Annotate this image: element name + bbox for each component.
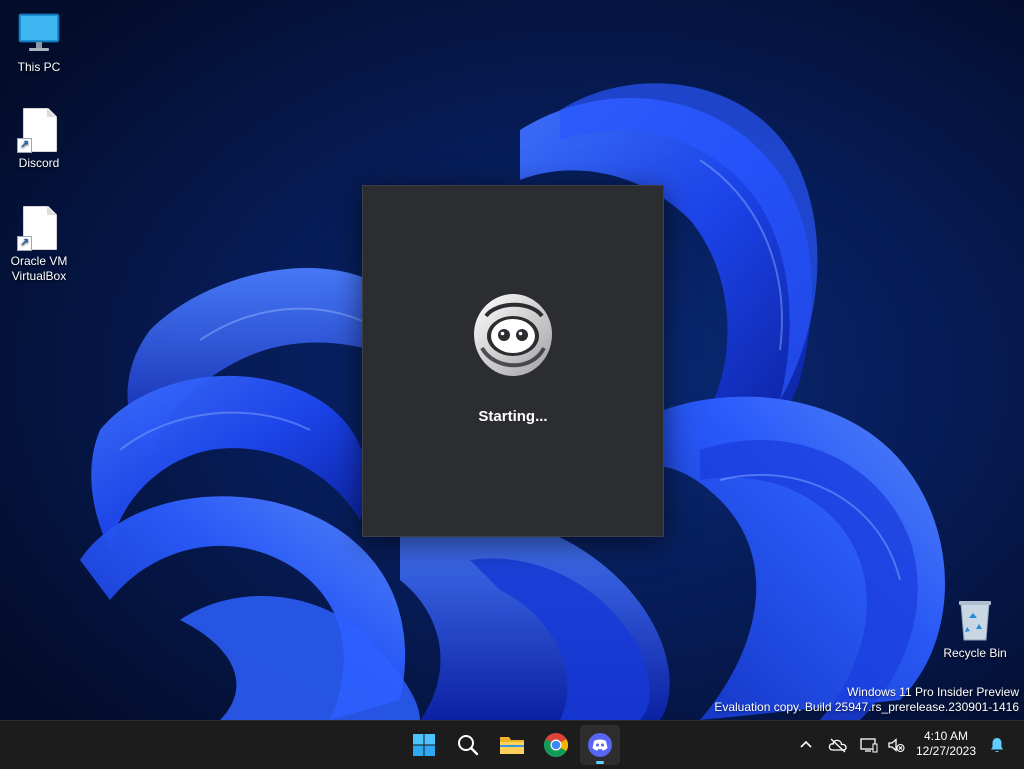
notification-bell-icon xyxy=(991,738,1003,752)
shortcut-arrow-icon: ↗ xyxy=(17,138,32,153)
watermark-edition: Windows 11 Pro Insider Preview xyxy=(847,685,1019,699)
running-app-indicator xyxy=(596,761,604,764)
clock-time: 4:10 AM xyxy=(923,729,969,743)
discord-icon xyxy=(588,733,612,757)
tray-onedrive-button[interactable] xyxy=(825,729,851,761)
desktop-icon-discord[interactable]: ↗ Discord xyxy=(1,106,77,171)
windows-start-icon xyxy=(413,734,435,756)
chrome-icon xyxy=(543,733,569,758)
file-shortcut-icon: ↗ xyxy=(15,204,63,252)
taskbar-discord-button[interactable] xyxy=(580,725,620,765)
watermark-build: Evaluation copy. Build 25947.rs_prerelea… xyxy=(714,700,1019,714)
cloud-offline-icon xyxy=(828,738,847,753)
tray-overflow-button[interactable] xyxy=(793,729,819,761)
tray-network-button[interactable] xyxy=(856,729,882,761)
taskbar: 4:10 AM 12/27/2023 xyxy=(0,720,1024,769)
clock-date: 12/27/2023 xyxy=(915,744,977,758)
tray-volume-button[interactable] xyxy=(883,729,909,761)
taskbar-search-button[interactable] xyxy=(448,725,488,765)
discord-loading-icon xyxy=(468,286,558,386)
desktop-icon-label: This PC xyxy=(17,60,61,74)
desktop-icon-label: Discord xyxy=(18,156,60,170)
notification-center-button[interactable] xyxy=(984,729,1010,761)
volume-muted-icon xyxy=(888,738,905,753)
os-evaluation-watermark: Windows 11 Pro Insider Preview Evaluatio… xyxy=(714,685,1019,715)
file-shortcut-icon: ↗ xyxy=(15,106,63,154)
taskbar-start-button[interactable] xyxy=(404,725,444,765)
folder-icon xyxy=(500,737,524,754)
chevron-up-icon xyxy=(800,740,812,748)
desktop-icon-virtualbox[interactable]: ↗ Oracle VM VirtualBox xyxy=(1,204,77,284)
taskbar-chrome-button[interactable] xyxy=(536,725,576,765)
recycle-bin-icon xyxy=(951,596,999,644)
taskbar-clock[interactable]: 4:10 AM 12/27/2023 xyxy=(910,729,982,761)
desktop-icon-label: Recycle Bin xyxy=(943,646,1007,660)
network-icon xyxy=(860,738,878,753)
desktop-icon-recycle-bin[interactable]: Recycle Bin xyxy=(937,596,1013,661)
desktop-icon-label: Oracle VM VirtualBox xyxy=(10,254,68,283)
shortcut-arrow-icon: ↗ xyxy=(17,236,32,251)
discord-splash-window: Starting... xyxy=(362,185,664,537)
taskbar-file-explorer-button[interactable] xyxy=(492,725,532,765)
monitor-icon xyxy=(15,10,63,58)
splash-status-text: Starting... xyxy=(478,408,548,425)
search-icon xyxy=(458,735,479,756)
desktop-icon-this-pc[interactable]: This PC xyxy=(1,10,77,75)
